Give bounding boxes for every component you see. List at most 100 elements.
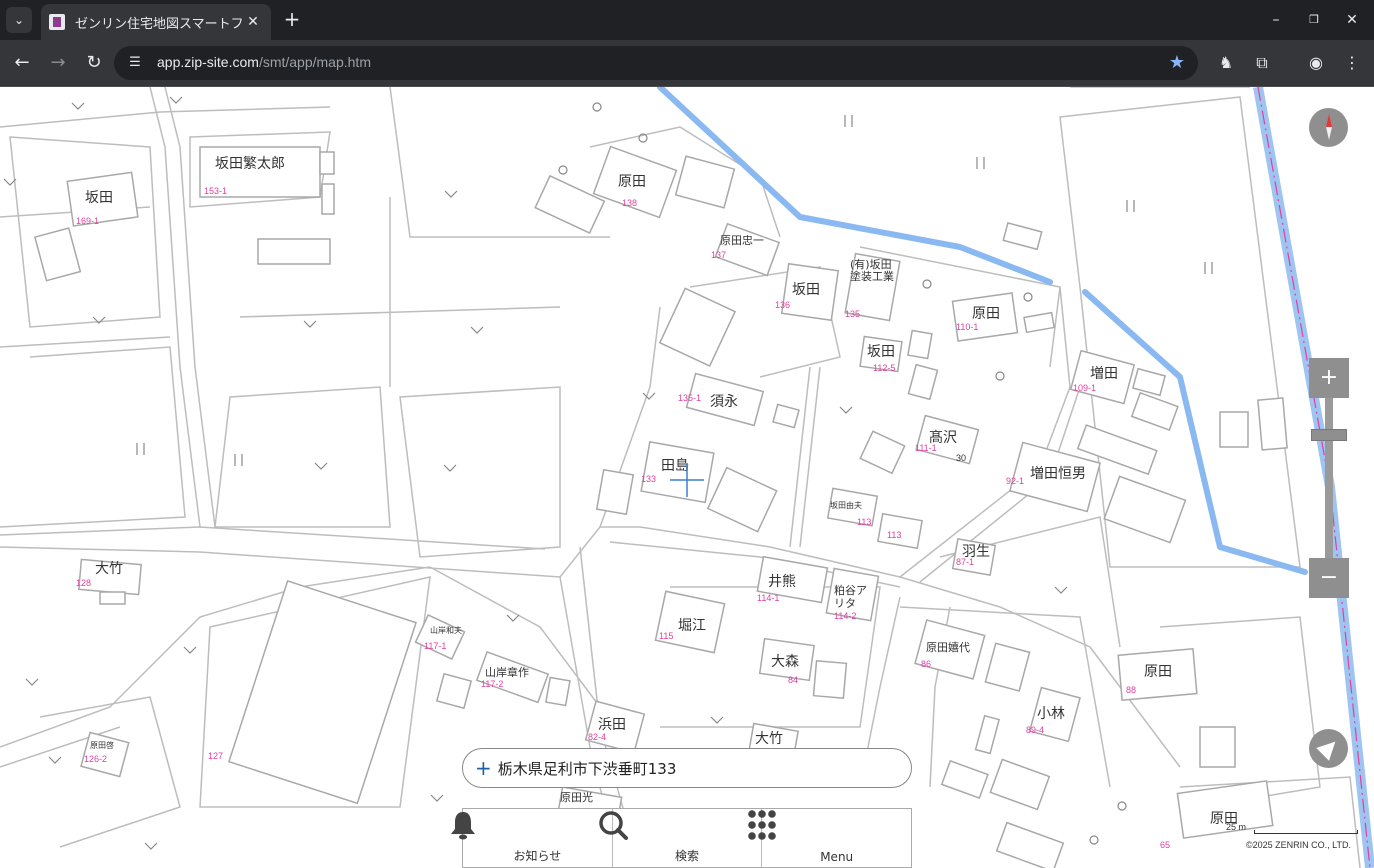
map-label: 原田 <box>618 174 646 190</box>
lot-number: 92-1 <box>1006 476 1025 486</box>
more-menu-icon[interactable]: ⋮ <box>1340 51 1364 75</box>
window-close-button[interactable]: ✕ <box>1340 8 1364 32</box>
lot-number: 138 <box>622 198 638 208</box>
lot-number: 169-1 <box>76 216 100 226</box>
search-icon <box>598 811 628 840</box>
map-label: 坂田 <box>867 344 895 360</box>
map-label: 坂田 <box>85 190 113 206</box>
map-label: 原田嬉代 <box>926 641 970 654</box>
map-center-crosshair <box>670 463 704 497</box>
lot-number: 113 <box>887 530 902 540</box>
notifications-button[interactable]: お知らせ <box>451 809 613 867</box>
map-label: 坂田繁太郎 <box>215 156 285 172</box>
map-label: 原田光 <box>560 791 593 804</box>
map-label: 粕谷アリタ <box>834 584 867 611</box>
bookmark-star-icon[interactable]: ★ <box>1166 52 1188 74</box>
lot-number: 110-1 <box>956 322 979 332</box>
tab-bar: ⌄ ゼンリン住宅地図スマートフォン ✕ + – ❐ ✕ <box>0 0 1374 40</box>
copyright-text: ©2025 ZENRIN CO., LTD. <box>1246 840 1351 850</box>
map-canvas[interactable]: 坂田繁太郎 坂田 原田 原田忠一 坂田 (有)坂田塗装工業 原田 坂田 須永 田… <box>0 87 1374 868</box>
url-path: /smt/app/map.htm <box>258 54 371 70</box>
map-label: (有)坂田塗装工業 <box>850 258 894 284</box>
lot-number: 89-4 <box>1026 725 1045 735</box>
lot-number: 82-4 <box>588 732 607 742</box>
map-label: 堀江 <box>678 618 706 634</box>
bell-icon <box>451 812 475 840</box>
lot-number: 65 <box>1160 840 1171 850</box>
menu-label: Menu <box>820 850 854 864</box>
zoom-slider-track[interactable] <box>1325 398 1333 558</box>
extension-icon[interactable]: ♞ <box>1214 51 1238 75</box>
lot-number: 113 <box>857 517 872 527</box>
bottom-menu: お知らせ 検索 Menu <box>451 808 912 868</box>
search-button[interactable]: 検索 <box>598 809 763 867</box>
current-location-icon[interactable] <box>1309 729 1348 768</box>
map-label: 山岸章作 <box>485 666 529 679</box>
address-bar-map[interactable]: + 栃木県足利市下渋垂町133 <box>462 748 912 788</box>
scale-label: 25 m <box>1226 822 1247 832</box>
minimize-button[interactable]: – <box>1264 8 1288 32</box>
map-label: 浜田 <box>598 717 626 733</box>
map-label: 井熊 <box>768 574 796 590</box>
lot-number: 30 <box>956 453 967 463</box>
lot-number: 136 <box>775 300 791 310</box>
zoom-in-button[interactable]: + <box>1309 358 1349 398</box>
map-label: 小林 <box>1037 706 1065 722</box>
map-scale: 25 m <box>1226 822 1358 834</box>
tab-close-icon[interactable]: ✕ <box>245 14 261 30</box>
zoom-slider-handle[interactable] <box>1311 429 1347 441</box>
lot-number: 135 <box>845 309 861 319</box>
lot-number: 87-1 <box>956 557 975 567</box>
tab-search-button[interactable]: ⌄ <box>6 7 32 33</box>
lot-number: 115 <box>659 631 674 641</box>
lot-number: 88 <box>1126 685 1137 695</box>
new-tab-button[interactable]: + <box>281 8 303 30</box>
grid-menu-icon <box>748 810 777 840</box>
map-label: 増田 <box>1090 366 1118 382</box>
reload-button[interactable]: ↻ <box>81 50 107 76</box>
map-label: 大森 <box>771 654 799 670</box>
map-label: 大竹 <box>755 731 783 747</box>
zoom-out-button[interactable]: − <box>1309 558 1349 598</box>
lot-number: 117-1 <box>424 641 447 651</box>
lot-number: 137 <box>711 250 727 260</box>
compass-icon[interactable] <box>1309 108 1348 147</box>
map-label: 山岸和夫 <box>430 626 462 635</box>
lot-number: 111-1 <box>915 443 937 453</box>
lot-number: 112-5 <box>873 363 896 373</box>
lot-number: 109-1 <box>1073 383 1097 393</box>
map-label: 須永 <box>710 394 738 410</box>
site-favicon-icon <box>49 14 65 30</box>
lot-number: 133 <box>641 474 657 484</box>
url-text[interactable]: app.zip-site.com/smt/app/map.htm <box>157 54 371 70</box>
menu-button[interactable]: Menu <box>748 809 911 867</box>
back-button[interactable]: ← <box>9 50 35 76</box>
lot-number: 135-1 <box>678 393 702 403</box>
lot-number: 126-2 <box>84 754 108 764</box>
address-bar[interactable]: ☰ app.zip-site.com/smt/app/map.htm ★ <box>114 46 1198 80</box>
crosshair-plus-icon: + <box>475 756 492 780</box>
lot-number: 127 <box>208 751 224 761</box>
restore-button[interactable]: ❐ <box>1302 8 1326 32</box>
browser-toolbar: ← → ↻ ☰ app.zip-site.com/smt/app/map.htm… <box>0 40 1374 87</box>
forward-button[interactable]: → <box>45 50 71 76</box>
lot-number: 114-2 <box>834 611 857 621</box>
notifications-label: お知らせ <box>513 849 562 863</box>
tab-title: ゼンリン住宅地図スマートフォン <box>75 16 245 32</box>
extensions-puzzle-icon[interactable]: ⧉ <box>1250 51 1274 75</box>
site-info-icon[interactable]: ☰ <box>126 54 144 72</box>
profile-icon[interactable]: ◉ <box>1304 51 1328 75</box>
map-label: 増田恒男 <box>1030 466 1086 482</box>
scale-bar <box>1254 830 1358 834</box>
lot-number: 117-2 <box>481 679 504 689</box>
map-label: 大竹 <box>95 561 123 577</box>
search-label: 検索 <box>675 849 700 863</box>
map-label: 原田啓 <box>90 741 114 750</box>
map-label: 原田忠一 <box>720 234 764 247</box>
url-host: app.zip-site.com <box>157 54 259 70</box>
map-label: 坂田 <box>792 282 820 298</box>
browser-tab[interactable]: ゼンリン住宅地図スマートフォン ✕ <box>41 4 271 40</box>
lot-number: 114-1 <box>757 593 780 603</box>
current-address: 栃木県足利市下渋垂町133 <box>497 759 677 778</box>
lot-number: 84 <box>788 675 799 685</box>
